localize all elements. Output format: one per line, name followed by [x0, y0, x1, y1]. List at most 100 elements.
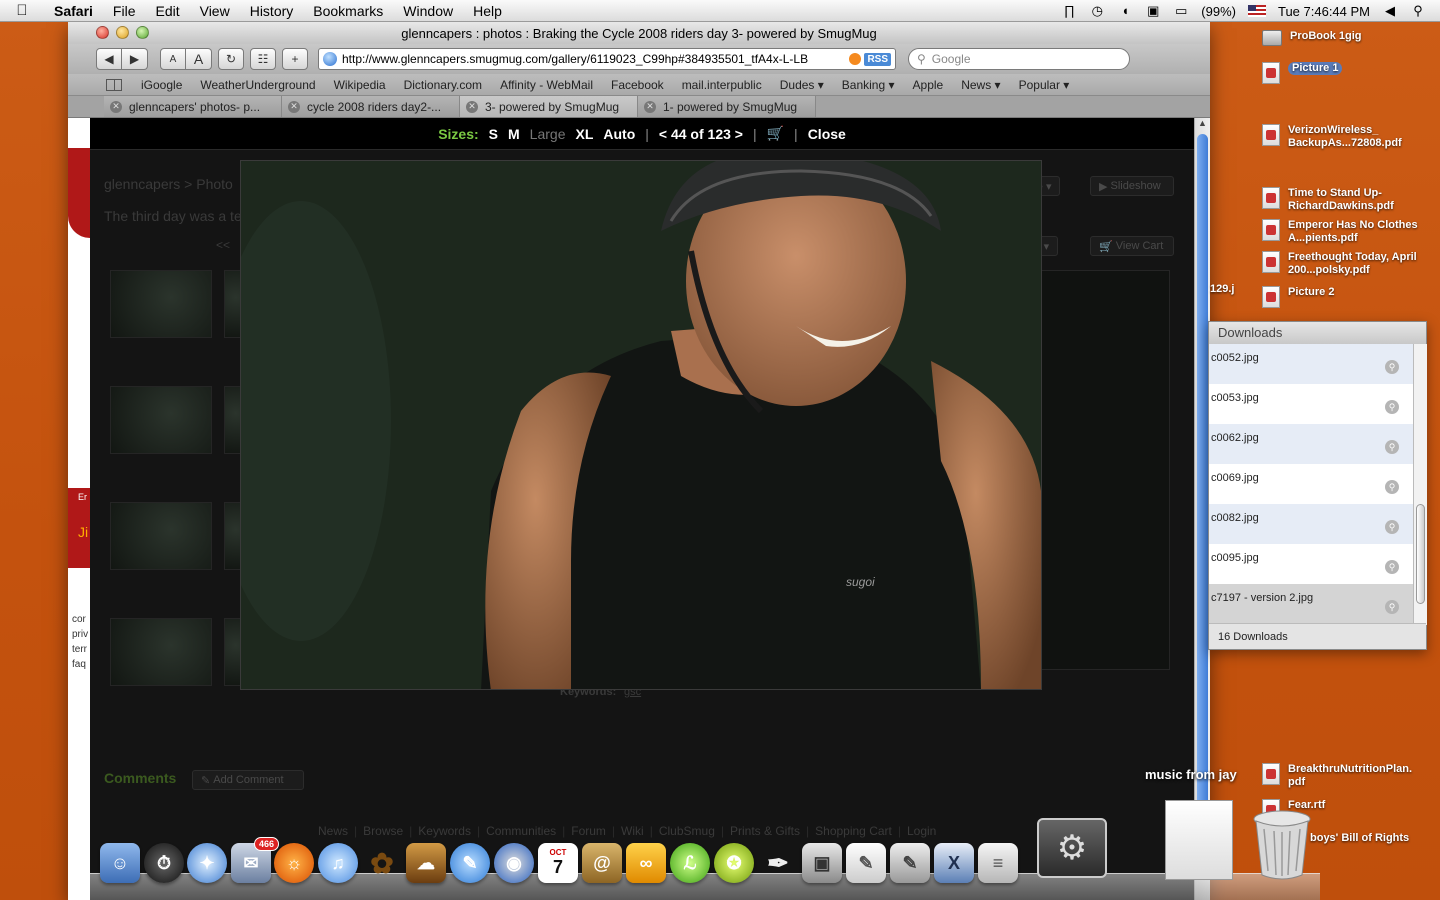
close-tab-icon[interactable]: ✕: [110, 100, 122, 113]
reveal-magnifier-icon[interactable]: ⚲: [1385, 440, 1399, 454]
safari-icon[interactable]: ✦: [187, 843, 227, 883]
bluetooth-icon[interactable]: ∏: [1061, 4, 1077, 18]
display-icon[interactable]: ▣: [1145, 4, 1161, 18]
download-item[interactable]: c0053.jpg ⚲: [1209, 384, 1413, 424]
ical-icon[interactable]: OCT 7: [538, 843, 578, 883]
download-item[interactable]: c0052.jpg ⚲: [1209, 344, 1413, 384]
menu-help[interactable]: Help: [463, 3, 512, 19]
downloads-scrollbar[interactable]: [1413, 344, 1427, 625]
desktop-file[interactable]: Emperor Has No Clothes A...pients.pdf: [1262, 219, 1432, 245]
side-note[interactable]: faq: [72, 657, 88, 672]
close-tab-icon[interactable]: ✕: [288, 100, 300, 113]
photo-counter-nav[interactable]: < 44 of 123 >: [659, 126, 743, 142]
transmit-icon[interactable]: ✿: [362, 843, 402, 883]
size-m-button[interactable]: M: [508, 126, 520, 142]
quicktime-icon[interactable]: ◉: [494, 843, 534, 883]
system-preferences-icon[interactable]: ⚙: [1037, 818, 1107, 878]
bookmark-folder[interactable]: News ▾: [952, 78, 1009, 92]
address-bar[interactable]: http://www.glenncapers.smugmug.com/galle…: [318, 48, 896, 70]
bookmark-item[interactable]: Wikipedia: [325, 78, 395, 92]
reveal-magnifier-icon[interactable]: ⚲: [1385, 400, 1399, 414]
dreamweaver-icon[interactable]: ℒ: [670, 843, 710, 883]
desktop-file[interactable]: Picture 1: [1262, 62, 1343, 84]
gallery-thumbnail[interactable]: [110, 502, 212, 570]
bookmark-folder[interactable]: Dudes ▾: [771, 78, 833, 92]
bookmark-item[interactable]: Affinity - WebMail: [491, 78, 602, 92]
bookmark-folder[interactable]: Banking ▾: [833, 78, 904, 92]
download-item-selected[interactable]: c7197 - version 2.jpg ⚲: [1209, 584, 1413, 624]
desktop-file-partial[interactable]: 129.j: [1210, 283, 1234, 296]
app-menu[interactable]: Safari: [44, 3, 103, 19]
input-flag-icon[interactable]: [1247, 5, 1266, 17]
photo-booth-icon[interactable]: ▣: [802, 843, 842, 883]
tab[interactable]: ✕ glenncapers' photos- p...: [104, 96, 282, 117]
view-cart-button[interactable]: 🛒 View Cart: [1090, 236, 1174, 256]
snapback-button[interactable]: ☷: [250, 48, 276, 70]
downloads-scroll-thumb[interactable]: [1416, 504, 1425, 604]
download-item[interactable]: c0062.jpg ⚲: [1209, 424, 1413, 464]
forward-button[interactable]: ▶: [122, 48, 148, 70]
document-stack-icon[interactable]: [1165, 800, 1233, 880]
desktop-file[interactable]: Time to Stand Up- RichardDawkins.pdf: [1262, 187, 1432, 213]
size-auto-button[interactable]: Auto: [603, 126, 635, 142]
clock[interactable]: Tue 7:46:44 PM: [1278, 4, 1370, 19]
reveal-magnifier-icon[interactable]: ⚲: [1385, 600, 1399, 614]
url-text[interactable]: http://www.glenncapers.smugmug.com/galle…: [342, 52, 849, 66]
menu-view[interactable]: View: [190, 3, 240, 19]
menu-history[interactable]: History: [240, 3, 304, 19]
scroll-up-icon[interactable]: ▲: [1195, 118, 1210, 132]
desktop-file[interactable]: VerizonWireless_ BackupAs...72808.pdf: [1262, 124, 1432, 150]
menu-file[interactable]: File: [103, 3, 146, 19]
bookmark-folder[interactable]: Popular ▾: [1010, 78, 1079, 92]
apple-menu-icon[interactable]: : [0, 2, 44, 19]
bookmark-item[interactable]: Dictionary.com: [395, 78, 491, 92]
bookmark-item[interactable]: Apple: [904, 78, 953, 92]
tab[interactable]: ✕ cycle 2008 riders day2-...: [282, 96, 460, 117]
text-larger-button[interactable]: A: [186, 48, 212, 70]
prev-page-link[interactable]: <<: [216, 238, 230, 252]
download-item[interactable]: c0082.jpg ⚲: [1209, 504, 1413, 544]
desktop-file[interactable]: boys' Bill of Rights: [1310, 832, 1409, 845]
tab-active[interactable]: ✕ 3- powered by SmugMug: [460, 96, 638, 117]
time-machine-icon[interactable]: ◷: [1089, 4, 1105, 18]
volume-icon[interactable]: ◀: [1382, 4, 1398, 18]
dashboard-icon[interactable]: ⏱: [144, 843, 184, 883]
cart-icon[interactable]: 🛒: [767, 125, 784, 142]
reveal-magnifier-icon[interactable]: ⚲: [1385, 360, 1399, 374]
menu-bookmarks[interactable]: Bookmarks: [303, 3, 393, 19]
tab[interactable]: ✕ 1- powered by SmugMug: [638, 96, 816, 117]
desktop-drive[interactable]: ProBook 1gig: [1262, 30, 1362, 46]
preview-icon[interactable]: ✎: [890, 843, 930, 883]
breadcrumb[interactable]: glenncapers > Photo: [104, 176, 233, 192]
search-field[interactable]: ⚲ Google: [908, 48, 1130, 70]
reveal-magnifier-icon[interactable]: ⚲: [1385, 480, 1399, 494]
close-tab-icon[interactable]: ✕: [466, 100, 478, 113]
scroll-thumb[interactable]: [1197, 134, 1208, 854]
reveal-magnifier-icon[interactable]: ⚲: [1385, 560, 1399, 574]
menu-edit[interactable]: Edit: [145, 3, 189, 19]
desktop-file[interactable]: Picture 2: [1262, 286, 1334, 308]
download-item[interactable]: c0095.jpg ⚲: [1209, 544, 1413, 584]
snapz-icon[interactable]: ∞: [626, 843, 666, 883]
close-tab-icon[interactable]: ✕: [644, 100, 656, 113]
spotlight-icon[interactable]: ⚲: [1410, 4, 1426, 18]
bookmarks-book-icon[interactable]: [106, 78, 122, 91]
gallery-thumbnail[interactable]: [110, 618, 212, 686]
desktop-file[interactable]: BreakthruNutritionPlan. pdf: [1262, 763, 1432, 789]
slideshow-button[interactable]: ▶ Slideshow: [1090, 176, 1174, 196]
side-note[interactable]: terr: [72, 642, 88, 657]
firefox-icon[interactable]: ☼: [274, 843, 314, 883]
bookmark-item[interactable]: WeatherUnderground: [191, 78, 324, 92]
size-large-button[interactable]: Large: [530, 126, 566, 142]
rss-button[interactable]: RSS: [864, 52, 891, 66]
size-s-button[interactable]: S: [489, 126, 498, 142]
limewire-icon[interactable]: ✪: [714, 843, 754, 883]
reload-button[interactable]: ↻: [218, 48, 244, 70]
desktop-file[interactable]: Freethought Today, April 200...polsky.pd…: [1262, 251, 1432, 277]
snapback-icon[interactable]: [849, 53, 862, 65]
textedit-icon[interactable]: ✎: [846, 843, 886, 883]
gallery-thumbnail[interactable]: [110, 386, 212, 454]
side-note[interactable]: priv: [72, 627, 88, 642]
add-bookmark-button[interactable]: +: [282, 48, 308, 70]
downloads-title[interactable]: Downloads: [1209, 322, 1426, 344]
